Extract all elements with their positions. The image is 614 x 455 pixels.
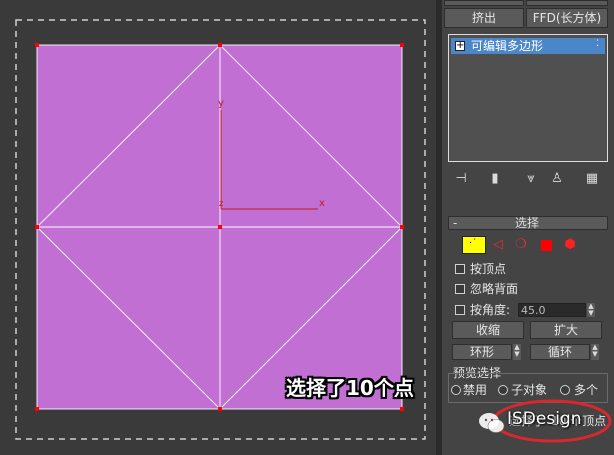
grow-button[interactable]: 扩大 [530, 321, 602, 339]
preview-multi-label: 多个 [574, 383, 599, 397]
top-button-right[interactable] [526, 0, 608, 6]
vertex [218, 225, 222, 229]
edge-mode-icon[interactable]: ◁ [489, 236, 507, 254]
pin-stack-icon[interactable]: ⊣ [452, 170, 470, 188]
expand-icon[interactable]: + [455, 41, 465, 51]
remove-modifier-icon[interactable]: ♙ [548, 170, 566, 188]
ring-spinner[interactable]: ▲ ▼ [513, 344, 521, 360]
angle-spinner-arrows[interactable]: ▲ ▼ [587, 303, 595, 317]
show-end-result-icon[interactable]: ▮ [486, 170, 504, 188]
by-angle-label: 按角度: [470, 303, 511, 317]
preview-disabled-radio[interactable] [451, 385, 461, 395]
shrink-button[interactable]: 收缩 [452, 321, 524, 339]
rollout-title: 选择 [515, 216, 540, 230]
vertex [35, 407, 39, 411]
axis-y-label: y [218, 98, 224, 109]
subobject-dots-icon: ⁚ [596, 39, 599, 49]
loop-button[interactable]: 循环 [530, 344, 590, 360]
vertex-mode-icon[interactable]: ·˙ [462, 236, 486, 254]
modifier-stack[interactable]: + 可编辑多边形 ⁚ [448, 34, 608, 162]
wechat-icon [479, 413, 505, 433]
top-button-left[interactable] [444, 0, 524, 6]
ignore-backfacing-label: 忽略背面 [470, 282, 519, 296]
vertex [400, 43, 404, 47]
preview-subobject-radio[interactable] [498, 385, 508, 395]
extrude-button[interactable]: 挤出 [444, 8, 524, 28]
stack-item-label: 可编辑多边形 [471, 39, 544, 53]
ring-button[interactable]: 环形 [452, 344, 512, 360]
vertex [400, 407, 404, 411]
angle-spinner-input[interactable]: 45.0 [518, 303, 586, 317]
by-vertex-checkbox[interactable] [455, 264, 465, 274]
axis-x-label: x [319, 198, 325, 209]
make-unique-icon[interactable]: ⩔ [522, 170, 540, 188]
stack-item-editable-poly[interactable]: + 可编辑多边形 ⁚ [451, 38, 605, 54]
preview-disabled-label: 禁用 [463, 383, 488, 397]
vertex [35, 43, 39, 47]
vertex [400, 225, 404, 229]
selection-rollout-header[interactable]: - 选择 [448, 216, 608, 230]
element-mode-icon[interactable]: ⬢ [561, 236, 579, 254]
by-angle-checkbox[interactable] [455, 305, 465, 315]
vertex [35, 225, 39, 229]
collapse-icon: - [453, 216, 458, 230]
preview-multi-radio[interactable] [560, 385, 570, 395]
vertex [218, 43, 222, 47]
by-vertex-label: 按顶点 [470, 262, 507, 276]
axis-origin-label: z [219, 199, 223, 208]
loop-spinner[interactable]: ▲ ▼ [591, 344, 599, 360]
polygon-mode-icon[interactable] [541, 240, 552, 251]
border-mode-icon[interactable]: ❍ [512, 236, 530, 254]
preview-subobject-label: 子对象 [511, 383, 548, 397]
configure-sets-icon[interactable]: ▦ [583, 170, 601, 188]
vertex [218, 407, 222, 411]
ignore-backfacing-checkbox[interactable] [455, 284, 465, 294]
watermark: ISDesign [507, 409, 582, 429]
ffd-box-button[interactable]: FFD(长方体) [526, 8, 608, 28]
callout-label: 选择了10个点 [286, 376, 414, 400]
